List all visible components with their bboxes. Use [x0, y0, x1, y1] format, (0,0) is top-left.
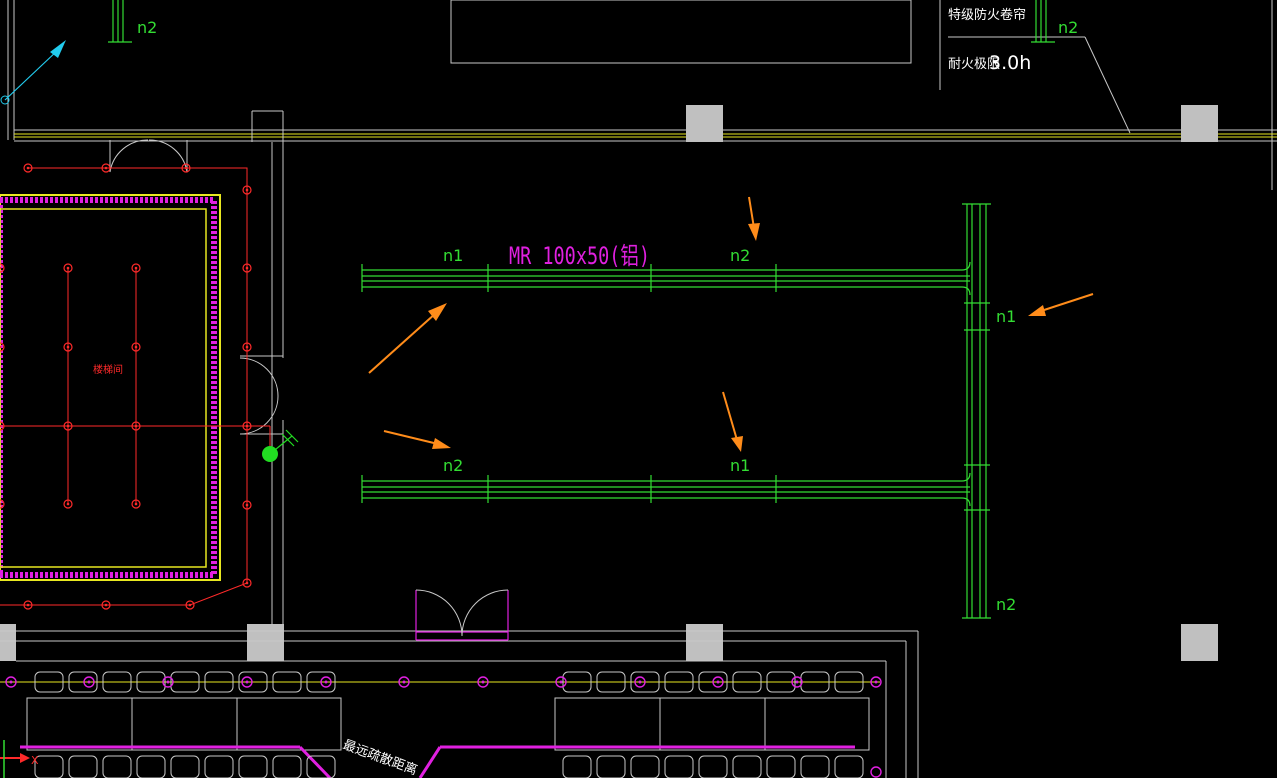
light-fixture-dot [245, 188, 249, 192]
chair-icon [800, 755, 830, 778]
light-fixture-dot [245, 581, 249, 585]
light-fixture-dot [188, 603, 192, 607]
chair-icon [136, 755, 166, 778]
annotation-arrow-1 [368, 303, 447, 374]
top-region [0, 0, 1273, 190]
chair-icon [834, 755, 864, 778]
chair-icon [204, 755, 234, 778]
seat-fixture-dot [795, 680, 799, 684]
chair-icon [630, 755, 660, 778]
distance-note-label: 最远疏散距离 [341, 737, 420, 778]
cad-drawing-canvas[interactable]: 楼梯间 n1 n2 n1 n2 n1 n2 n2 n2 MR 100x50(铝)… [0, 0, 1277, 778]
annotation-arrow-4 [383, 430, 451, 449]
light-fixture-dot [26, 603, 30, 607]
riser-symbol-top-left [108, 0, 132, 43]
cable-tray-vertical[interactable] [962, 203, 991, 619]
stairwell-area [0, 110, 284, 625]
column [0, 624, 16, 661]
room-box-top [450, 0, 912, 64]
light-fixture-dot [66, 266, 70, 270]
light-fixture-dot [104, 166, 108, 170]
light-fixture-dot [104, 603, 108, 607]
seat-fixture-dot [87, 680, 91, 684]
fire-rating-value: 3.0h [989, 52, 1031, 74]
annotation-arrow-5 [722, 391, 743, 452]
chair-icon [698, 755, 728, 778]
seat-fixture-icon [870, 766, 882, 778]
chair-icon [562, 755, 592, 778]
annotation-arrow-3 [1028, 293, 1094, 316]
light-fixture-dot [66, 345, 70, 349]
seat-fixture-dot [324, 680, 328, 684]
light-fixture-dot [184, 166, 188, 170]
seat-fixture-dot [638, 680, 642, 684]
light-fixture-dot [66, 424, 70, 428]
green-sensor-icon [262, 429, 299, 462]
label-n2-top-right-riser: n2 [1058, 18, 1078, 37]
column [686, 624, 723, 661]
chair-icon [732, 755, 762, 778]
light-fixture-dot [245, 503, 249, 507]
corridor-wall-top [14, 129, 1277, 142]
light-fixture-dot [134, 502, 138, 506]
annotation-arrows [368, 196, 1094, 452]
double-door-bottom [415, 589, 509, 641]
light-fixture-dot [0, 502, 2, 506]
label-n2-top-left-riser: n2 [137, 18, 157, 37]
column [1181, 624, 1218, 661]
column [686, 105, 723, 142]
label-n2-top: n2 [730, 246, 750, 265]
axis-x-label: X [31, 754, 39, 767]
chair-icon [766, 755, 796, 778]
seat-fixture-dot [874, 680, 878, 684]
column [1181, 105, 1218, 142]
light-fixture-dot [245, 424, 249, 428]
label-n1-top-left: n1 [443, 246, 463, 265]
seat-fixture-dot [9, 680, 13, 684]
chair-icon [664, 755, 694, 778]
riser-symbol-top-right [1031, 0, 1055, 43]
fire-shutter-label: 特级防火卷帘 [948, 7, 1026, 23]
light-fixture-dot [66, 502, 70, 506]
cable-tray-top[interactable] [361, 261, 971, 296]
label-n2-lower-right: n2 [996, 595, 1016, 614]
light-fixture-dot [134, 424, 138, 428]
chair-icon [34, 755, 64, 778]
seat-fixture-dot [481, 680, 485, 684]
cyan-direction-arrow [0, 40, 66, 105]
chair-icon [68, 755, 98, 778]
double-door-top [109, 139, 188, 173]
light-fixture-dot [26, 166, 30, 170]
chair-icon [596, 755, 626, 778]
label-n2-bottom-left: n2 [443, 456, 463, 475]
light-fixture-dot [245, 266, 249, 270]
room-name-label: 楼梯间 [93, 363, 123, 376]
chair-icon [272, 755, 302, 778]
column [247, 624, 284, 661]
seat-fixture-dot [559, 680, 563, 684]
seat-fixture-dot [716, 680, 720, 684]
light-fixture-dot [134, 345, 138, 349]
tray-spec-label: MR 100x50(铝) [509, 242, 650, 270]
seat-fixture-dot [245, 680, 249, 684]
cable-tray-bottom[interactable] [361, 472, 971, 507]
label-n1-right: n1 [996, 307, 1016, 326]
bottom-region [0, 589, 919, 778]
chair-icon [238, 755, 268, 778]
chair-rows [34, 671, 864, 778]
label-n1-bottom: n1 [730, 456, 750, 475]
chair-icon [102, 755, 132, 778]
seat-fixture-dot [402, 680, 406, 684]
annotation-arrow-2 [748, 196, 760, 241]
chair-icon [170, 755, 200, 778]
seat-fixture-dot [166, 680, 170, 684]
light-fixture-dot [134, 266, 138, 270]
light-fixture-dot [245, 345, 249, 349]
